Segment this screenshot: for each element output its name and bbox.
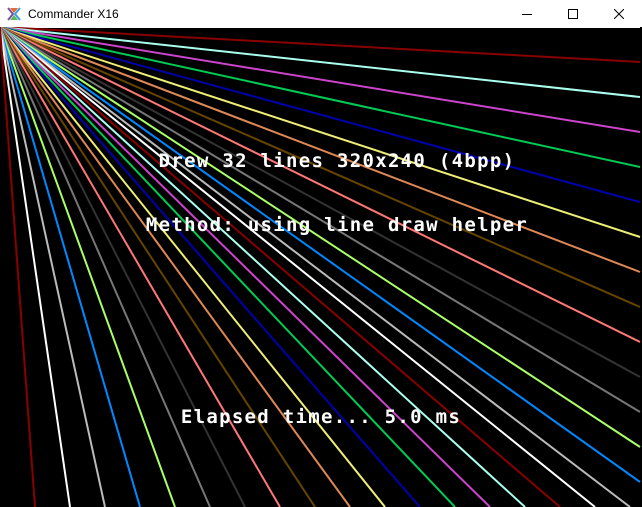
status-elapsed-time: Elapsed time... 5.0 ms xyxy=(180,406,462,428)
x16-logo-icon xyxy=(6,6,22,22)
maximize-button[interactable] xyxy=(550,0,596,27)
fan-line-27 xyxy=(0,27,176,507)
fan-line-18 xyxy=(0,27,491,507)
window-controls xyxy=(504,0,642,27)
minimize-icon xyxy=(522,13,532,15)
emulator-screen[interactable]: Drew 32 lines 320x240 (4bpp) Method: usi… xyxy=(0,27,642,507)
fan-line-20 xyxy=(0,27,421,507)
maximize-icon xyxy=(568,8,578,19)
line-fan-graphic xyxy=(0,27,641,507)
fan-line-30 xyxy=(0,27,71,507)
fan-line-16 xyxy=(0,27,561,507)
minimize-button[interactable] xyxy=(504,0,550,27)
fan-line-25 xyxy=(0,27,246,507)
close-button[interactable] xyxy=(596,0,642,27)
fan-line-26 xyxy=(0,27,211,507)
close-icon xyxy=(614,8,624,19)
fan-line-12 xyxy=(0,27,641,448)
fan-line-1 xyxy=(0,27,641,63)
fan-line-2 xyxy=(0,27,641,98)
status-method: Method: using line draw helper xyxy=(145,214,529,236)
fan-line-19 xyxy=(0,27,456,507)
window-title: Commander X16 xyxy=(28,6,119,21)
status-lines-drawn: Drew 32 lines 320x240 (4bpp) xyxy=(158,150,516,172)
fan-line-23 xyxy=(0,27,316,507)
fan-line-24 xyxy=(0,27,281,507)
fan-line-14 xyxy=(0,27,631,507)
emulator-window: Commander X16 Drew 32 lines 320x240 (4bp… xyxy=(0,0,642,507)
fan-line-6 xyxy=(0,27,641,238)
title-bar[interactable]: Commander X16 xyxy=(0,0,642,27)
fan-line-9 xyxy=(0,27,641,343)
fan-line-31 xyxy=(0,27,36,507)
